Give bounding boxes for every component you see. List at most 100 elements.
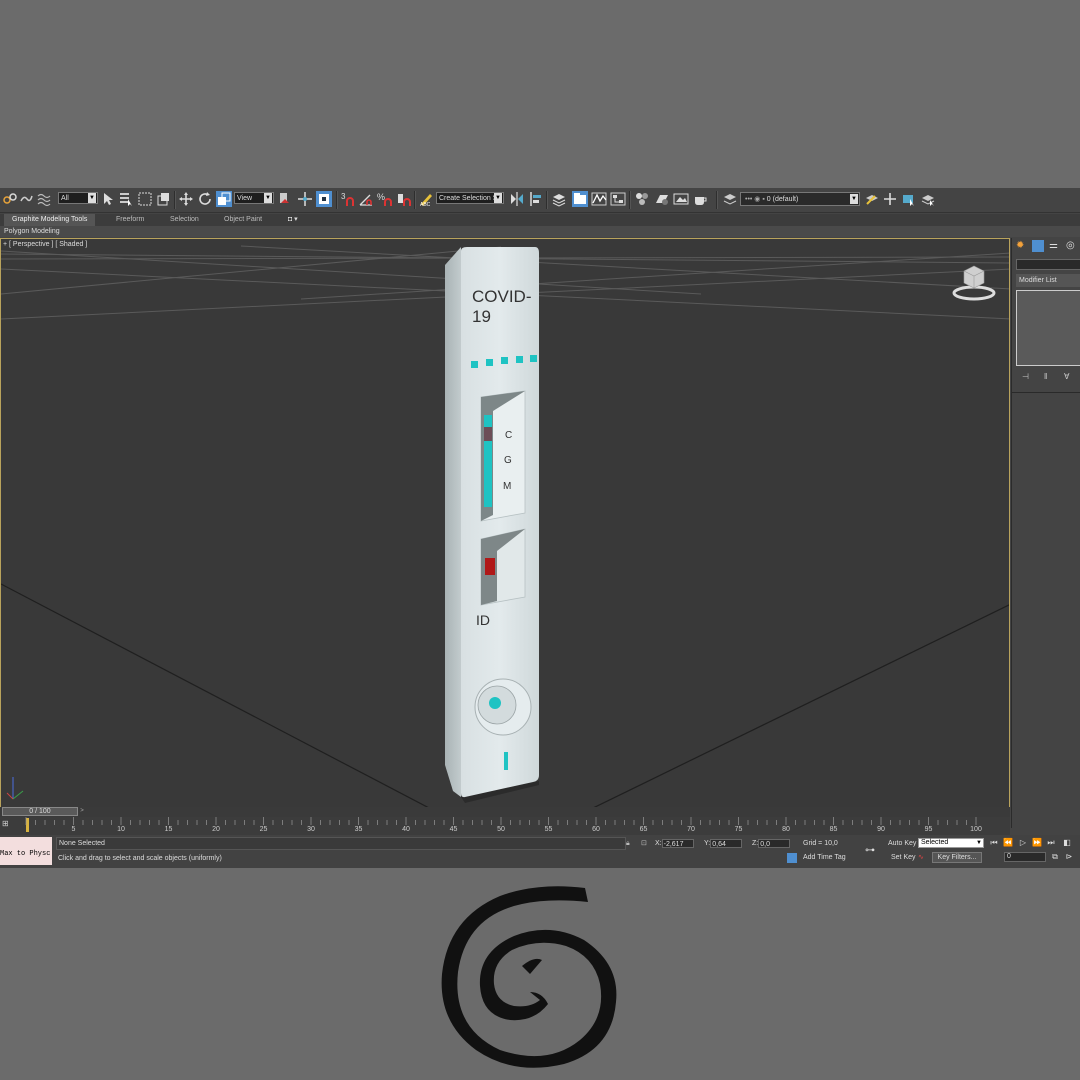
scale-icon[interactable] [216,191,232,207]
key-mode-dropdown[interactable]: Selected ▼ [918,838,984,848]
main-toolbar: All ▼ View ▼ 3 % ABC Create Selection Se ▼ [0,188,1080,213]
add-time-tag[interactable]: Add Time Tag [803,852,846,863]
link-icon[interactable] [2,191,18,207]
time-configuration-icon[interactable]: ⧉ [1050,852,1060,862]
visibility-toggle-icon[interactable]: ••• ◉ ▪ [745,196,765,203]
layer-dropdown[interactable]: ••• ◉ ▪ 0 (default) ▼ [740,192,860,206]
select-objects-in-layer-icon[interactable] [901,191,917,207]
keyboard-shortcut-override-icon[interactable] [316,191,332,207]
tab-freeform[interactable]: Freeform [116,214,144,226]
time-slider-thumb[interactable]: 0 / 100 [2,807,78,816]
tab-selection[interactable]: Selection [170,214,199,226]
move-icon[interactable] [178,191,194,207]
make-unique-icon[interactable]: ∀ [1064,372,1069,381]
reference-coordinate-dropdown[interactable]: View ▼ [234,192,274,204]
create-tab-icon[interactable]: ✹ [1016,240,1028,252]
schematic-view-icon[interactable] [610,191,626,207]
track-bar[interactable]: ⊞ 5 10 15 20 25 30 35 40 45 50 55 60 65 70 75 80 85 90 95 1… [0,817,1010,835]
absolute-mode-icon[interactable]: ⊡ [641,838,647,849]
toolbar-separator [336,191,338,209]
go-to-end-icon[interactable]: ⏭ [1046,838,1056,848]
chevron-down-icon: ▼ [494,193,502,203]
unlink-icon[interactable] [18,191,34,207]
zoom-extents-icon[interactable]: ⊳ [1064,852,1074,862]
select-object-icon[interactable] [101,191,117,207]
current-frame-field[interactable]: 0 [1004,852,1046,862]
polygon-modeling-panel[interactable]: Polygon Modeling [0,226,1080,237]
hierarchy-tab-icon[interactable]: ⚌ [1049,240,1061,252]
mini-curve-editor-icon[interactable]: ⊞ [2,819,14,829]
angle-snap-icon[interactable] [358,191,374,207]
perspective-viewport[interactable]: + [ Perspective ] [ Shaded ] COVID-19 C … [0,238,1010,808]
viewport-label[interactable]: + [ Perspective ] [ Shaded ] [3,241,87,248]
rectangular-selection-icon[interactable] [137,191,153,207]
modifier-list-dropdown[interactable]: Modifier List [1016,274,1080,287]
track-ticks [25,817,977,825]
timeline-tick-label: 90 [877,826,885,833]
bind-space-warp-icon[interactable] [36,191,52,207]
axis-tripod-icon [6,777,24,800]
motion-tab-icon[interactable]: ◎ [1066,240,1078,252]
key-filters-button[interactable]: Key Filters... [932,852,982,863]
tab-graphite-modeling-tools[interactable]: Graphite Modeling Tools [4,214,96,226]
maxscript-listener[interactable]: Max to Physc [0,837,52,865]
layers-icon[interactable] [722,191,738,207]
pivot-center-icon[interactable] [277,191,293,207]
viewcube-icon[interactable] [951,261,997,301]
modifier-stack[interactable] [1016,290,1080,366]
layer-manager-icon[interactable] [551,191,567,207]
chevron-right-icon[interactable]: > [78,807,86,816]
ribbon-options-icon[interactable]: ◘ ▾ [288,214,298,226]
key-icon[interactable]: ⊶ [865,845,875,856]
time-slider[interactable]: 0 / 100 > [0,807,1010,817]
next-frame-icon[interactable]: ⏩ [1032,838,1042,848]
previous-frame-icon[interactable]: ⏪ [1003,838,1013,848]
snaps-toggle-icon[interactable]: 3 [340,191,356,207]
covid-test-model[interactable]: COVID-19 C G M ID [439,245,549,805]
pin-stack-icon[interactable]: ⊣ [1022,372,1029,381]
object-name-field[interactable] [1016,259,1080,270]
scene-explorer-icon[interactable] [572,191,588,207]
spinner-snap-icon[interactable] [396,191,412,207]
named-selection-dropdown[interactable]: Create Selection Se ▼ [436,192,504,204]
edit-named-selection-icon[interactable]: ABC [418,191,434,207]
set-current-layer-icon[interactable] [920,191,936,207]
material-editor-icon[interactable] [634,191,650,207]
x-value[interactable]: -2,617 [661,838,694,848]
select-by-name-icon[interactable] [118,191,134,207]
auto-key-button[interactable]: Auto Key [888,838,916,849]
key-mode-toggle-icon[interactable]: ◧ [1062,838,1072,848]
set-key-button[interactable]: Set Key [891,852,916,863]
play-icon[interactable]: ▷ [1018,838,1028,848]
percent-snap-icon[interactable]: % [377,191,393,207]
add-selection-to-layer-icon[interactable] [882,191,898,207]
render-setup-icon[interactable] [654,191,670,207]
set-key-icon[interactable]: ∿ [918,852,924,863]
lock-icon[interactable]: 🔒︎ [626,838,630,849]
render-production-icon[interactable] [693,191,709,207]
mirror-icon[interactable] [509,191,525,207]
toolbar-separator [629,191,631,209]
go-to-start-icon[interactable]: ⏮ [989,838,999,848]
select-manipulate-icon[interactable] [297,191,313,207]
rendered-frame-window-icon[interactable] [673,191,689,207]
svg-text:ABC: ABC [420,202,431,207]
z-value[interactable]: 0,0 [758,838,791,848]
align-icon[interactable] [528,191,544,207]
modify-tab-icon[interactable] [1032,240,1044,252]
status-bar: Max to Physc None Selected Click and dra… [0,835,1080,868]
tab-object-paint[interactable]: Object Paint [224,214,262,226]
selection-status: None Selected [56,837,626,850]
y-coordinate[interactable]: Y: 0,64 [704,838,743,849]
selection-filter-dropdown[interactable]: All ▼ [58,192,98,204]
3ds-max-logo-icon [441,886,617,1068]
curve-editor-icon[interactable] [591,191,607,207]
create-new-layer-icon[interactable] [864,191,880,207]
z-coordinate[interactable]: Z: 0,0 [752,838,791,849]
window-crossing-icon[interactable] [155,191,171,207]
show-end-result-icon[interactable]: ‖ [1044,372,1047,381]
rotate-icon[interactable] [197,191,213,207]
time-tag-icon[interactable] [787,853,797,863]
x-coordinate[interactable]: X: -2,617 [655,838,694,849]
y-value[interactable]: 0,64 [710,838,743,848]
